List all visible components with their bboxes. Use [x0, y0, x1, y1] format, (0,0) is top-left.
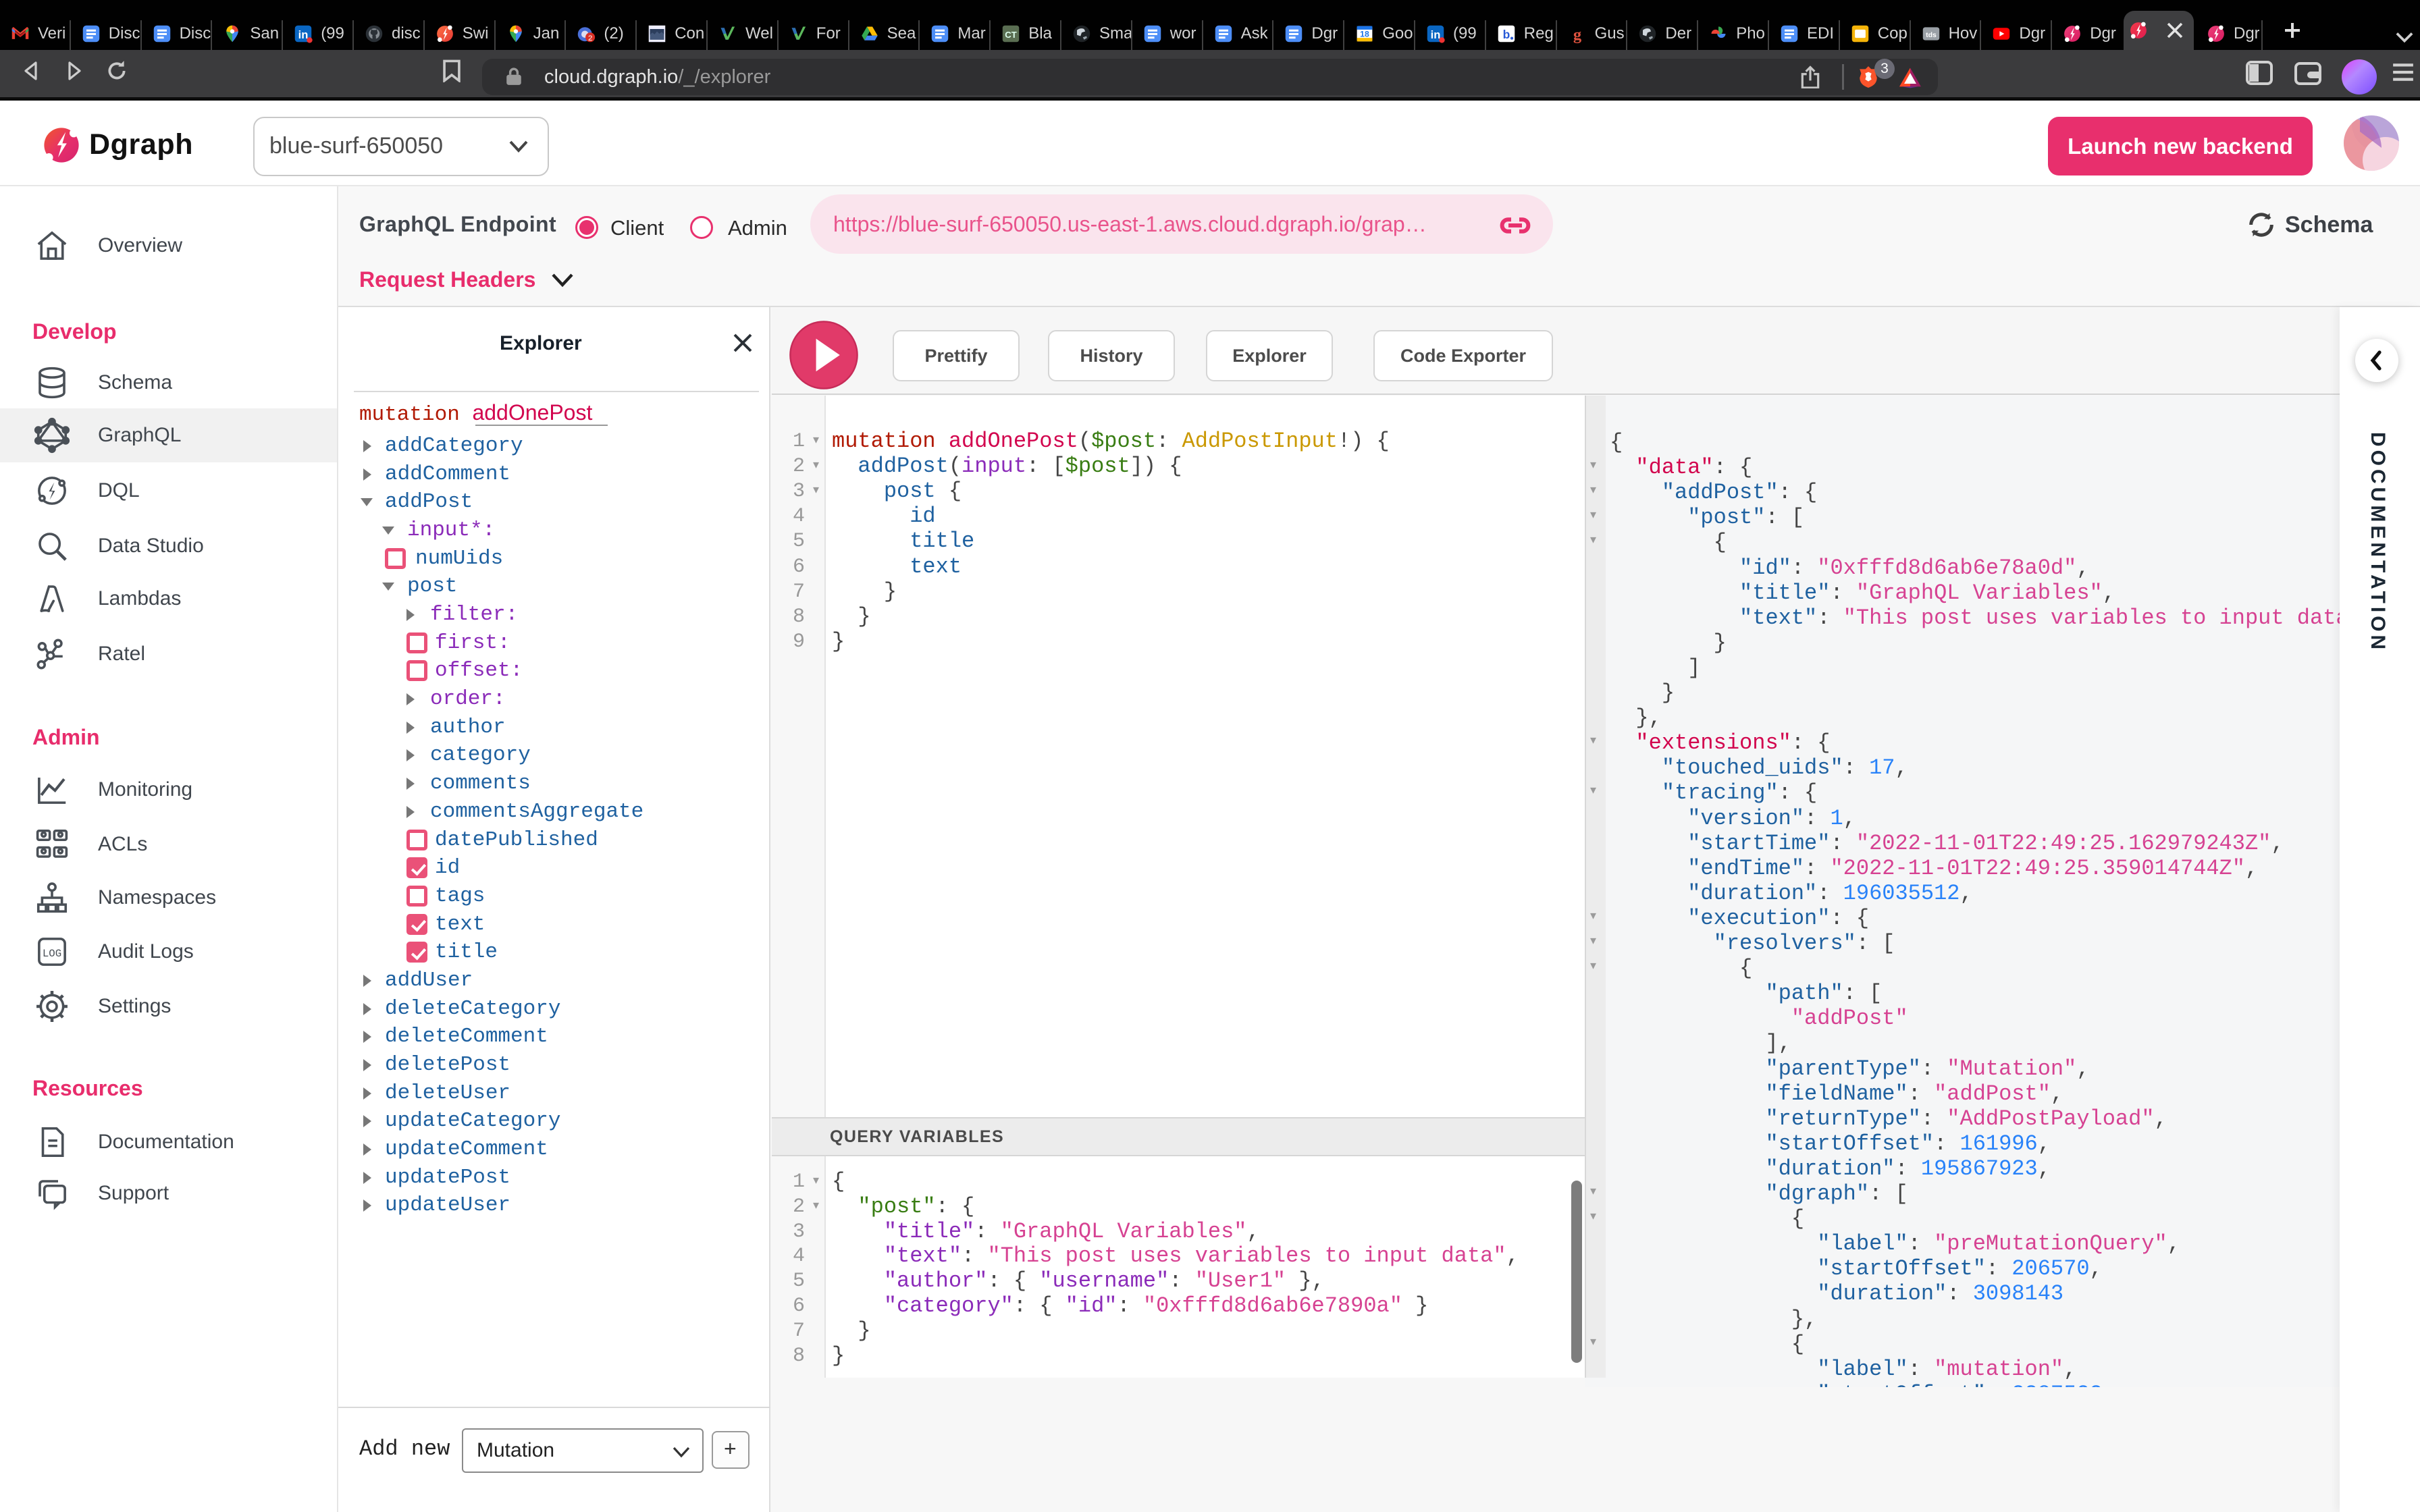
svg-text:in: in [298, 28, 309, 41]
svg-text:2: 2 [588, 34, 592, 43]
svg-text:CT: CT [1005, 30, 1016, 40]
svg-text:LOG: LOG [43, 948, 61, 960]
svg-text:18: 18 [1360, 30, 1369, 39]
svg-text:tds: tds [1926, 31, 1937, 39]
svg-text:g: g [1573, 26, 1581, 43]
svg-text:b: b [1502, 28, 1510, 41]
svg-text:in: in [1431, 28, 1441, 41]
